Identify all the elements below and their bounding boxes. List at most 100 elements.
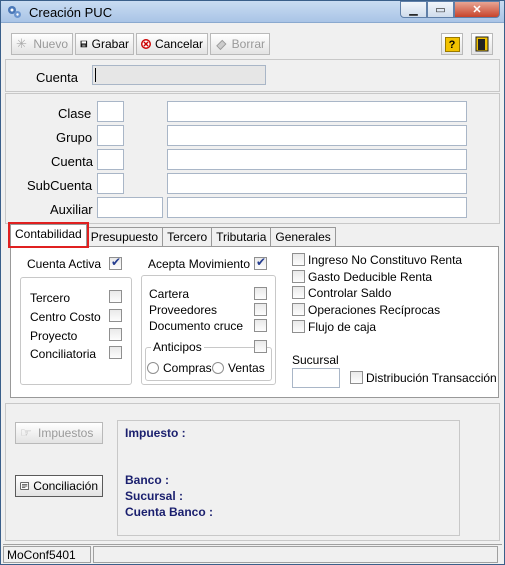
sucursal-label: Sucursal	[292, 353, 339, 367]
app-gears-icon	[8, 6, 21, 18]
tab-presupuesto[interactable]: Presupuesto	[85, 227, 164, 246]
anticipos-checkbox[interactable]	[254, 340, 267, 353]
flujo-de-caja-label: Flujo de caja	[308, 320, 377, 334]
gasto-deducible-label: Gasto Deducible Renta	[308, 270, 433, 284]
tab-strip: Contabilidad Presupuesto Tercero Tributa…	[8, 222, 336, 248]
documento-cruce-checkbox[interactable]	[254, 319, 267, 332]
cartera-label: Cartera	[149, 287, 190, 301]
exit-button[interactable]	[471, 33, 493, 55]
cancelar-button[interactable]: Cancelar	[136, 33, 208, 55]
tercero-checkbox[interactable]	[109, 290, 122, 303]
help-button[interactable]: ?	[441, 33, 463, 55]
close-button[interactable]: ✕	[454, 1, 500, 18]
cuenta-label: Cuenta	[36, 70, 78, 85]
proveedores-label: Proveedores	[149, 303, 218, 317]
controlar-saldo-label: Controlar Saldo	[308, 286, 392, 300]
conciliacion-button[interactable]: Conciliación	[15, 475, 103, 497]
grupo-code-input[interactable]	[97, 125, 124, 146]
window-title: Creación PUC	[29, 5, 113, 20]
compras-label: Compras	[163, 361, 212, 375]
subcuenta-code-input[interactable]	[97, 173, 124, 194]
tab-tributaria[interactable]: Tributaria	[211, 227, 272, 246]
anticipos-label: Anticipos	[151, 340, 204, 354]
clase-code-input[interactable]	[97, 101, 124, 122]
maximize-button[interactable]: ▭	[427, 1, 454, 18]
sucursal-input[interactable]	[292, 368, 340, 388]
minimize-button[interactable]: ▁	[400, 1, 427, 18]
close-icon: ✕	[472, 4, 482, 16]
info-box: Impuesto : Banco : Sucursal : Cuenta Ban…	[117, 420, 460, 536]
auxiliar-label: Auxiliar	[50, 202, 93, 217]
cuenta-activa-label: Cuenta Activa	[27, 257, 102, 271]
conciliatoria-checkbox[interactable]	[109, 346, 122, 359]
centro-costo-checkbox[interactable]	[109, 309, 122, 322]
ventas-label: Ventas	[228, 361, 265, 375]
acepta-movimiento-checkbox[interactable]	[254, 255, 267, 270]
clase-desc-input[interactable]	[167, 101, 467, 122]
save-floppy-icon	[80, 40, 88, 48]
sucursal-info-label: Sucursal :	[125, 489, 184, 503]
title-bar: Creación PUC ▁ ▭ ✕	[1, 1, 504, 23]
cuenta-activa-checkbox[interactable]	[109, 255, 122, 270]
operaciones-reciprocas-checkbox[interactable]	[292, 303, 305, 316]
status-code: MoConf5401	[3, 546, 91, 563]
controlar-saldo-checkbox[interactable]	[292, 286, 305, 299]
grupo-desc-input[interactable]	[167, 125, 467, 146]
window: Creación PUC ▁ ▭ ✕ ✳ Nuevo Grabar Cancel…	[0, 0, 505, 565]
documento-cruce-label: Documento cruce	[149, 319, 244, 333]
clase-label: Clase	[58, 106, 92, 121]
proyecto-label: Proyecto	[30, 329, 78, 343]
cuenta-input[interactable]	[92, 65, 266, 85]
cuenta-code-input[interactable]	[97, 149, 124, 170]
contabilidad-panel: Cuenta Activa Tercero Centro Costo Proye…	[10, 246, 499, 398]
status-bar: MoConf5401	[3, 544, 502, 563]
nuevo-button[interactable]: ✳ Nuevo	[11, 33, 73, 55]
compras-radio[interactable]	[147, 362, 159, 374]
text-caret	[95, 68, 96, 82]
gasto-deducible-checkbox[interactable]	[292, 270, 305, 283]
help-icon: ?	[444, 36, 460, 52]
acepta-movimiento-label: Acepta Movimiento	[148, 257, 251, 271]
ingreso-no-constituvo-label: Ingreso No Constituvo Renta	[308, 253, 463, 267]
fields-panel: Clase Grupo Cuenta SubCuenta Auxiliar	[5, 93, 500, 224]
banco-label: Banco :	[125, 473, 170, 487]
delete-eraser-icon	[216, 39, 227, 51]
minimize-icon: ▁	[409, 4, 418, 16]
ingreso-no-constituvo-checkbox[interactable]	[292, 253, 305, 266]
distribucion-checkbox[interactable]	[350, 371, 363, 384]
cancel-icon	[141, 39, 151, 49]
borrar-button[interactable]: Borrar	[210, 33, 270, 55]
subcuenta-label: SubCuenta	[27, 178, 93, 193]
nuevo-label: Nuevo	[33, 37, 68, 51]
centro-costo-label: Centro Costo	[30, 310, 101, 324]
tab-tercero[interactable]: Tercero	[162, 227, 213, 246]
cuenta-desc-input[interactable]	[167, 149, 467, 170]
new-sparkle-icon: ✳	[16, 36, 27, 51]
cartera-checkbox[interactable]	[254, 287, 267, 300]
conciliatoria-label: Conciliatoria	[30, 347, 97, 361]
impuesto-label: Impuesto :	[125, 426, 186, 440]
borrar-label: Borrar	[231, 37, 265, 51]
tab-contabilidad[interactable]: Contabilidad	[8, 222, 89, 248]
tab-generales[interactable]: Generales	[270, 227, 336, 246]
impuestos-label: Impuestos	[38, 426, 94, 440]
grabar-button[interactable]: Grabar	[75, 33, 134, 55]
impuestos-button[interactable]: ☞ Impuestos	[15, 422, 103, 444]
distribucion-label: Distribución Transacción	[366, 371, 497, 385]
cuenta-field-label: Cuenta	[51, 154, 93, 169]
cuenta-panel: Cuenta	[5, 59, 500, 92]
grupo-label: Grupo	[56, 130, 93, 145]
tercero-label: Tercero	[30, 291, 71, 305]
maximize-icon: ▭	[435, 4, 446, 16]
ventas-radio[interactable]	[212, 362, 224, 374]
proveedores-checkbox[interactable]	[254, 303, 267, 316]
document-list-icon	[20, 482, 29, 490]
operaciones-reciprocas-label: Operaciones Recíprocas	[308, 303, 441, 317]
auxiliar-code-input[interactable]	[97, 197, 163, 218]
subcuenta-desc-input[interactable]	[167, 173, 467, 194]
flujo-de-caja-checkbox[interactable]	[292, 320, 305, 333]
bottom-panel: ☞ Impuestos Conciliación Impuesto : Banc…	[5, 403, 500, 541]
status-message-cell	[93, 546, 498, 563]
proyecto-checkbox[interactable]	[109, 328, 122, 341]
auxiliar-desc-input[interactable]	[167, 197, 467, 218]
